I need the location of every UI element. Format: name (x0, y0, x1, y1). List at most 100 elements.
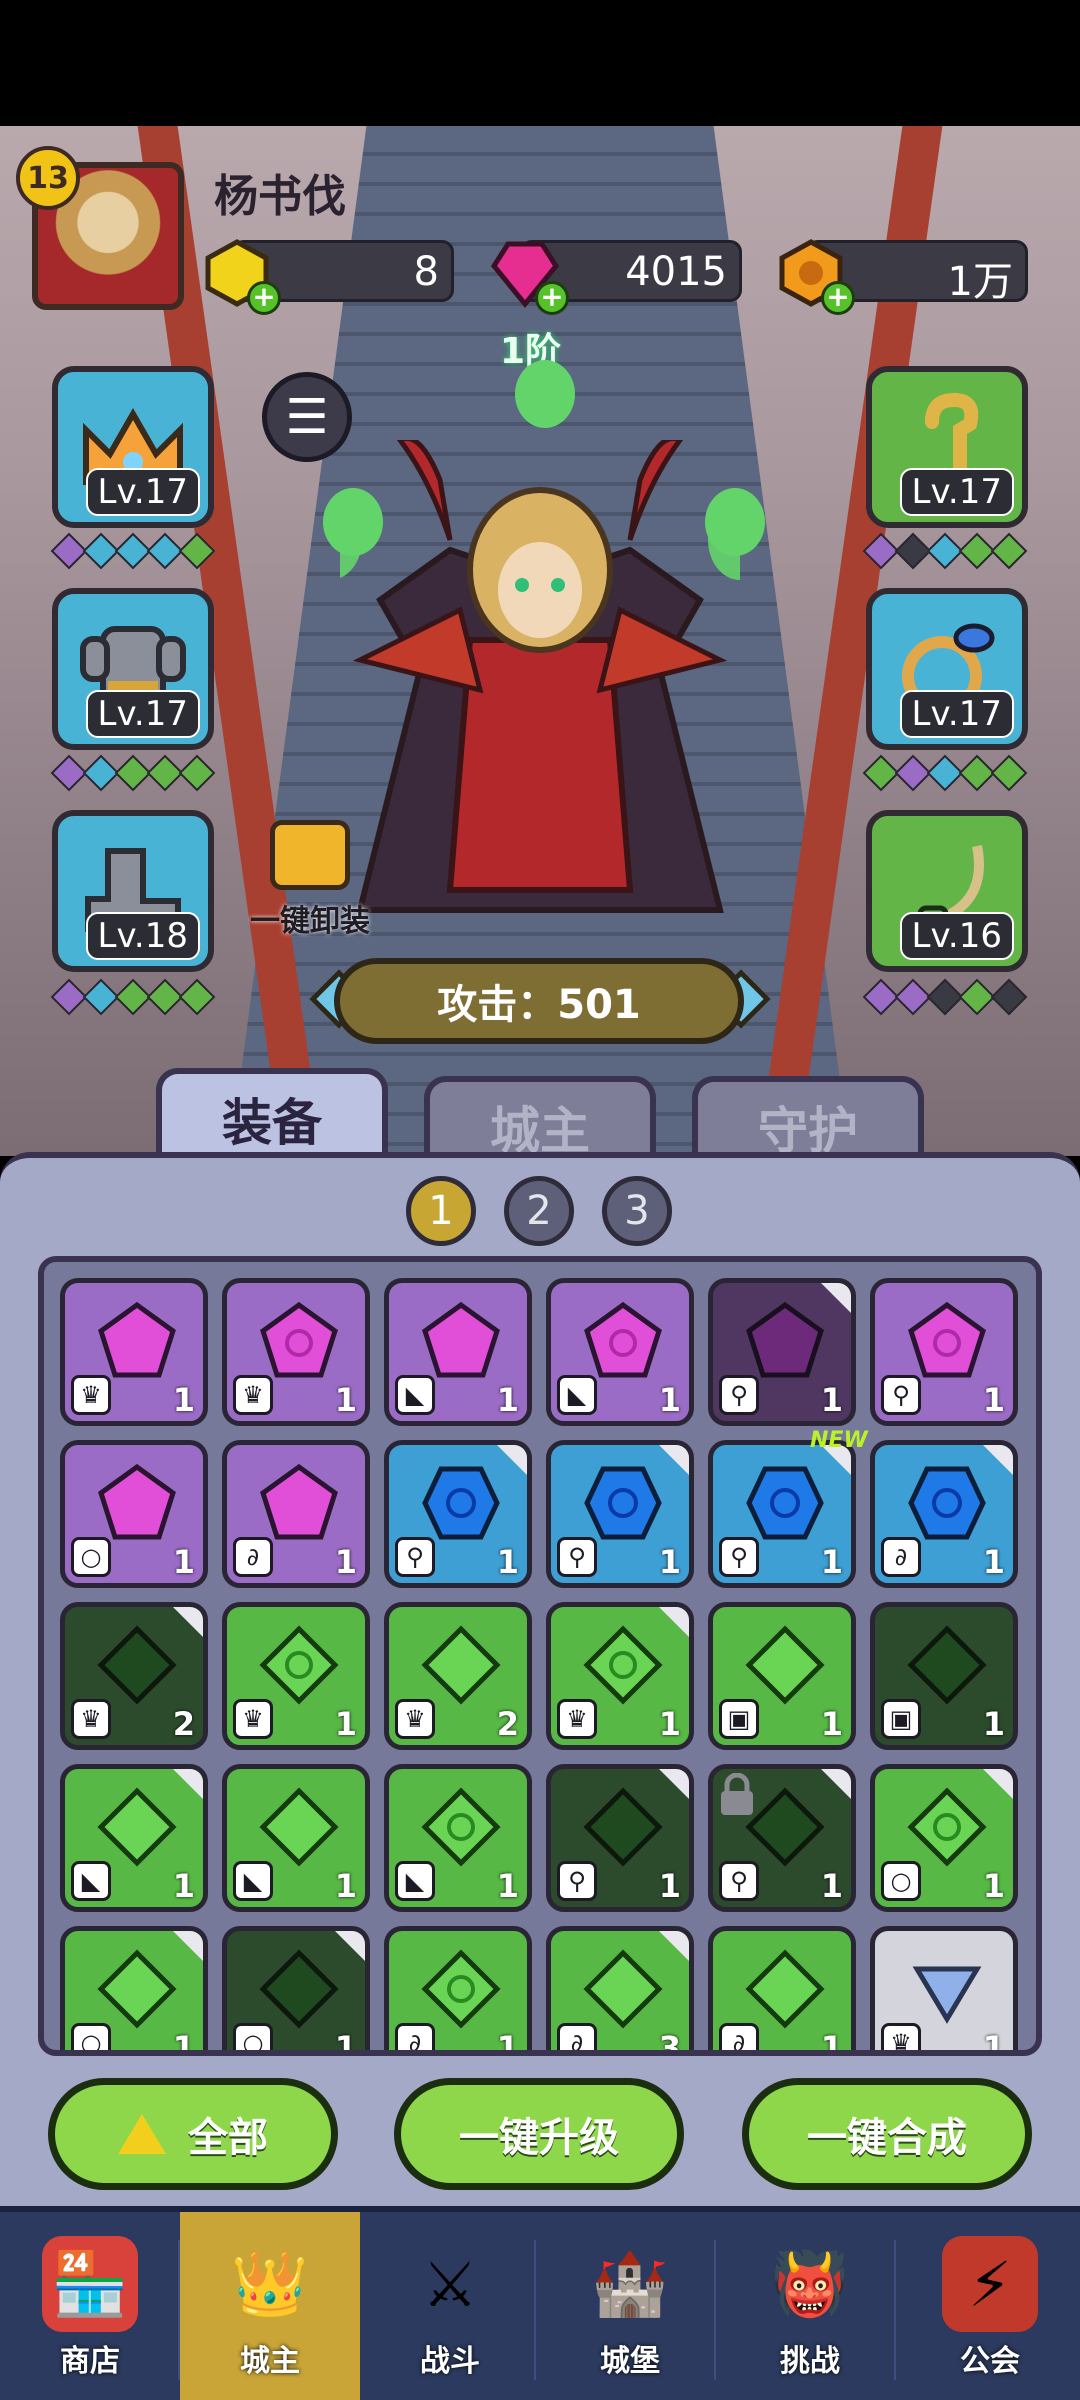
gem-count: 1 (172, 2029, 195, 2056)
gem-slot[interactable]: ♛ 1 (222, 1278, 370, 1426)
gem-slot[interactable]: ♛ 1 (546, 1602, 694, 1750)
soul-flame-icon (323, 488, 383, 556)
add-diamond-icon[interactable]: + (535, 281, 569, 315)
equip-slot-staff[interactable]: Lv.17 (866, 366, 1028, 528)
crown-type-icon: ♛ (71, 1699, 111, 1739)
hero-character[interactable] (298, 436, 772, 930)
equip-slot-boots[interactable]: Lv.18 (52, 810, 214, 972)
nav-challenge[interactable]: 👹 挑战 (720, 2212, 900, 2400)
dim-green-gem-icon (583, 1787, 663, 1867)
gem-count: 1 (982, 1867, 1005, 1905)
gem-slot[interactable]: ◣ 1 (60, 1764, 208, 1912)
green-swirl-gem-icon (583, 1625, 663, 1705)
upgradable-corner-icon (173, 1769, 203, 1799)
upgradable-corner-icon (659, 1769, 689, 1799)
gem-slot[interactable]: ○ 1 (60, 1926, 208, 2056)
gem-slot[interactable]: ♛ 2 (384, 1602, 532, 1750)
nav-lord[interactable]: 👑 城主 (180, 2212, 360, 2400)
gem-slot[interactable]: ◣ 1 (222, 1764, 370, 1912)
tab-equipment[interactable]: 装备 (156, 1068, 388, 1164)
gem-slot[interactable]: ○ 1 (870, 1764, 1018, 1912)
necklace-level: Lv.16 (899, 912, 1014, 960)
gem-slot[interactable]: ♛ 1 (870, 1926, 1018, 2050)
filter-all-label: 全部 (188, 2115, 268, 2161)
upgradable-corner-icon (983, 1445, 1013, 1475)
gem-slot[interactable]: ∂ 1 (384, 1926, 532, 2056)
green-gem-icon (583, 1949, 663, 2029)
crown-gem-sockets (50, 532, 216, 570)
gem-slot[interactable]: ○ 1 (222, 1926, 370, 2050)
green-gem-icon (745, 1949, 825, 2029)
equip-slot-crown[interactable]: Lv.17 (52, 366, 214, 528)
upgradable-corner-icon (335, 1931, 365, 1961)
gem-count: 1 (496, 2029, 519, 2056)
gem-count: 1 (334, 1543, 357, 1581)
page-2-button[interactable]: 2 (504, 1176, 574, 1246)
necklace-type-icon: ∂ (557, 2023, 597, 2050)
resource-coin[interactable]: + 1万 (779, 239, 1028, 315)
nav-castle[interactable]: 🏰 城堡 (540, 2212, 720, 2400)
gem-slot[interactable]: ◣ 1 (384, 1764, 532, 1912)
gem-slot[interactable]: ⚲ 1 (708, 1440, 856, 1588)
purple-gem-icon (422, 1301, 500, 1378)
nav-shop[interactable]: 🏪 商店 (0, 2212, 180, 2400)
gem-count: 1 (496, 1867, 519, 1905)
gem-count: 1 (820, 1705, 843, 1743)
gem-slot[interactable]: ♛ 1 (222, 1602, 370, 1750)
game-screen: 13 杨书伐 + 8 + 4015 + 1万 1阶 Lv.17 Lv.17 Lv… (0, 0, 1080, 2400)
staff-type-icon: ⚲ (557, 1537, 597, 1577)
gem-slot[interactable]: ⚲ 1 (546, 1764, 694, 1912)
resource-gold-gem[interactable]: + 8 (205, 239, 454, 315)
gem-slot[interactable]: ⚲ 1 (708, 1278, 856, 1426)
green-gem-icon (97, 1787, 177, 1867)
gem-slot[interactable]: ∂ 3 (546, 1926, 694, 2056)
gem-slot[interactable]: ∂ 1 (870, 1440, 1018, 1588)
upgrade-all-button[interactable]: 一键升级 (394, 2078, 684, 2190)
gem-slot[interactable]: ◣ 1 (546, 1278, 694, 1426)
gem-count: 3 (658, 2029, 681, 2056)
add-coin-icon[interactable]: + (821, 281, 855, 315)
page-3-button[interactable]: 3 (602, 1176, 672, 1246)
staff-gem-sockets (862, 532, 1028, 570)
gem-slot[interactable]: ◣ 1 (384, 1278, 532, 1426)
equip-slot-necklace[interactable]: Lv.16 (866, 810, 1028, 972)
merge-all-button[interactable]: 一键合成 (742, 2078, 1032, 2190)
shop-icon: 🏪 (42, 2236, 138, 2332)
gem-count: 2 (172, 1705, 195, 1743)
green-swirl-gem-icon (421, 1787, 501, 1867)
armor-type-icon: ▣ (719, 1699, 759, 1739)
gem-slot[interactable]: ○ 1 (60, 1440, 208, 1588)
nav-guild[interactable]: ⚡ 公会 (900, 2212, 1080, 2400)
add-gold-gem-icon[interactable]: + (247, 281, 281, 315)
gem-slot[interactable]: ▣ 1 (870, 1602, 1018, 1750)
filter-all-button[interactable]: 全部 (48, 2078, 338, 2190)
gem-slot[interactable]: ♛ 1 (60, 1278, 208, 1426)
staff-type-icon: ⚲ (719, 1375, 759, 1415)
gem-count: 1 (820, 1543, 843, 1581)
gem-slot[interactable]: ⚲ 1 (546, 1440, 694, 1588)
unequip-all-button[interactable]: 一键卸装 (240, 820, 380, 940)
nav-guild-label: 公会 (960, 2344, 1020, 2379)
boot-type-icon: ◣ (395, 1861, 435, 1901)
gem-slot[interactable]: ∂ 1 (222, 1440, 370, 1588)
resource-diamond[interactable]: + 4015 (490, 240, 742, 315)
gem-slot[interactable]: ⚲ 1 (870, 1278, 1018, 1426)
page-1-button[interactable]: 1 (406, 1176, 476, 1246)
gem-slot-locked[interactable]: ⚲ 1 (708, 1764, 856, 1912)
gem-slot[interactable]: ▣ 1 (708, 1602, 856, 1750)
scroll-icon[interactable]: ☰ (262, 372, 352, 462)
ring-level: Lv.17 (899, 690, 1014, 738)
gem-slot[interactable]: ∂ 1 (708, 1926, 856, 2050)
gem-slot[interactable]: ⚲ 1 (384, 1440, 532, 1588)
nav-castle-label: 城堡 (600, 2344, 660, 2379)
equip-slot-ring[interactable]: Lv.17 (866, 588, 1028, 750)
gem-count: 1 (820, 1867, 843, 1905)
staff-type-icon: ⚲ (881, 1375, 921, 1415)
nav-battle-label: 战斗 (420, 2344, 480, 2379)
staff-type-icon: ⚲ (719, 1861, 759, 1901)
gem-count: 2 (496, 1705, 519, 1743)
equip-slot-armor[interactable]: Lv.17 (52, 588, 214, 750)
gem-slot[interactable]: ♛ 2 (60, 1602, 208, 1750)
green-gem-icon (97, 1949, 177, 2029)
nav-battle[interactable]: ⚔ 战斗 (360, 2212, 540, 2400)
